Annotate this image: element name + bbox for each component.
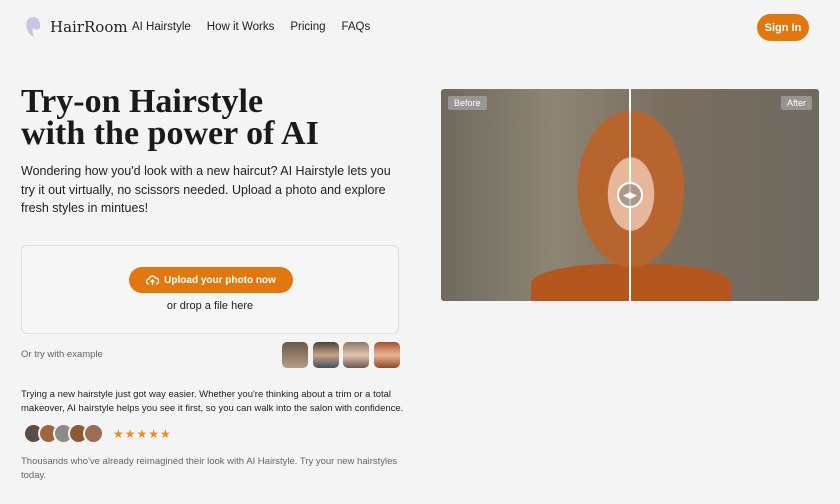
page-title: Try-on Hairstyle with the power of AI	[21, 85, 421, 152]
user-avatars	[23, 423, 104, 444]
example-photo-4[interactable]	[374, 342, 400, 368]
nav-ai-hairstyle[interactable]: AI Hairstyle	[132, 21, 191, 33]
examples-label: Or try with example	[21, 349, 103, 360]
example-photo-1[interactable]	[282, 342, 308, 368]
nav-faqs[interactable]: FAQs	[341, 21, 370, 33]
title-line-2: with the power of AI	[21, 115, 319, 152]
slider-handle-icon[interactable]: ◀▶	[617, 182, 643, 208]
nav-how-it-works[interactable]: How it Works	[207, 21, 275, 33]
upload-button-label: Upload your photo now	[164, 274, 276, 286]
cloud-upload-icon	[146, 275, 160, 285]
example-photo-2[interactable]	[313, 342, 339, 368]
example-photo-3[interactable]	[343, 342, 369, 368]
sign-in-button[interactable]: Sign In	[757, 14, 809, 41]
star-rating: ★★★★★	[113, 427, 172, 441]
main-nav: AI Hairstyle How it Works Pricing FAQs	[132, 21, 370, 33]
drop-hint: or drop a file here	[166, 300, 254, 312]
before-label: Before	[448, 96, 487, 110]
hero-description: Wondering how you'd look with a new hair…	[21, 164, 391, 215]
hair-logo-icon	[26, 17, 41, 37]
nav-pricing[interactable]: Pricing	[290, 21, 325, 33]
brand-logo[interactable]: HairRoom	[24, 16, 128, 38]
upload-dropzone[interactable]: Upload your photo now or drop a file her…	[21, 245, 399, 334]
intro-text: Trying a new hairstyle just got way easi…	[21, 389, 404, 414]
social-proof-text: Thousands who've already reimagined thei…	[21, 456, 398, 481]
upload-photo-button[interactable]: Upload your photo now	[129, 267, 293, 293]
avatar	[83, 423, 104, 444]
before-after-comparison[interactable]: ◀▶ Before After	[441, 89, 819, 301]
after-label: After	[780, 96, 812, 110]
brand-name: HairRoom	[50, 18, 128, 36]
